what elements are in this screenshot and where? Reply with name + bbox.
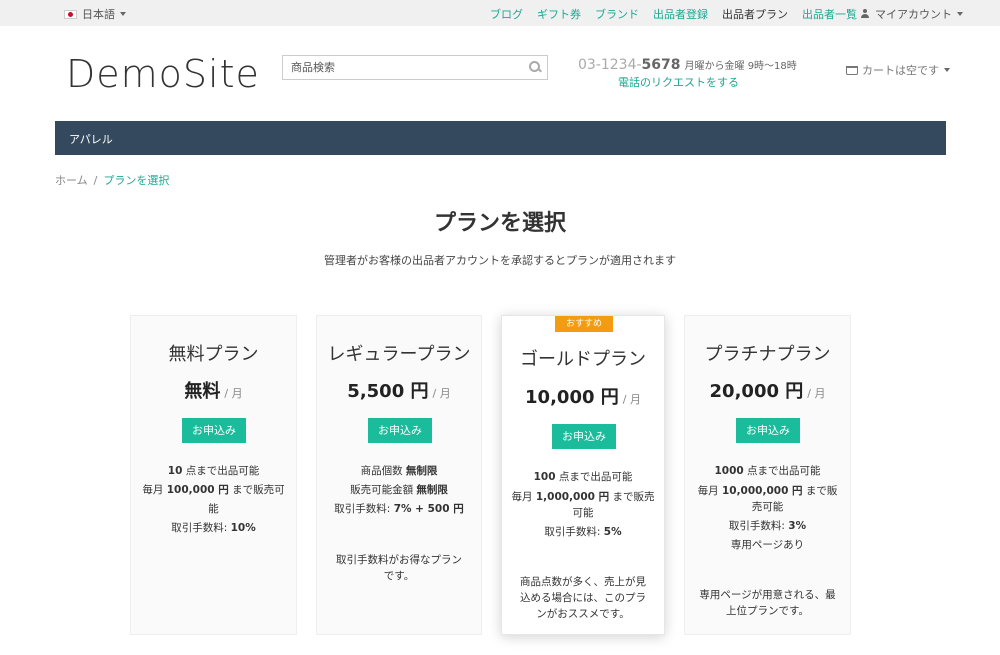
- cart-label: カートは空です: [862, 64, 939, 77]
- plan-card-platinum: プラチナプラン 20,000 円 / 月 お申込み 1000 点まで出品可能 毎月…: [684, 315, 851, 635]
- phone-main: 5678: [641, 57, 681, 73]
- language-selector[interactable]: 日本語: [64, 6, 126, 22]
- my-account-menu[interactable]: マイアカウント: [860, 6, 963, 22]
- breadcrumb-current[interactable]: プランを選択: [103, 174, 169, 187]
- feature-item: 取引手数料: 7% + 500 円: [334, 503, 464, 515]
- apply-button-platinum[interactable]: お申込み: [736, 418, 800, 443]
- plan-price-row: 20,000 円 / 月: [685, 377, 850, 403]
- plan-price-unit: / 月: [432, 387, 451, 400]
- breadcrumb: ホーム / プランを選択: [55, 172, 169, 188]
- plan-card-regular: レギュラープラン 5,500 円 / 月 お申込み 商品個数 無制限 販売可能金額…: [316, 315, 482, 635]
- breadcrumb-separator: /: [93, 174, 98, 187]
- search-input[interactable]: [283, 56, 513, 79]
- feature-item: 毎月 10,000,000 円 まで販売可能: [697, 485, 838, 513]
- apply-button-free[interactable]: お申込み: [182, 418, 246, 443]
- user-icon: [860, 9, 870, 19]
- plan-note: 商品点数が多く、売上が見込める場合には、このプランがおススメです。: [520, 576, 646, 620]
- plan-price-unit: / 月: [622, 393, 641, 406]
- feature-item: 取引手数料: 10%: [171, 522, 256, 534]
- feature-item: 10 点まで出品可能: [167, 465, 260, 477]
- phone-prefix: 03-1234-: [578, 57, 642, 73]
- cart-icon: [846, 65, 858, 75]
- top-link-seller-list[interactable]: 出品者一覧: [802, 6, 857, 22]
- plan-name: 無料プラン: [168, 344, 259, 365]
- business-hours: 月曜から金曜 9時〜18時: [684, 61, 797, 72]
- feature-item: 1000 点まで出品可能: [714, 465, 821, 477]
- plan-card-gold: おすすめ ゴールドプラン 10,000 円 / 月 お申込み 100 点まで出品可…: [501, 315, 665, 635]
- feature-item: 販売可能金額 無制限: [350, 484, 448, 496]
- plan-price-row: 5,500 円 / 月: [317, 377, 481, 403]
- caret-down-icon: [120, 12, 126, 16]
- language-label: 日本語: [82, 8, 115, 21]
- top-links: ブログ ギフト券 ブランド 出品者登録 出品者プラン 出品者一覧: [490, 6, 871, 22]
- apply-button-regular[interactable]: お申込み: [368, 418, 432, 443]
- feature-item: 毎月 100,000 円 まで販売可能: [142, 484, 285, 515]
- caret-down-icon: [944, 68, 950, 72]
- plan-features: 商品個数 無制限 販売可能金額 無制限 取引手数料: 7% + 500 円: [325, 462, 473, 519]
- plan-price-unit: / 月: [224, 387, 243, 400]
- nav-item-apparel[interactable]: アパレル: [69, 131, 113, 147]
- feature-item: 商品個数 無制限: [360, 465, 438, 477]
- plan-price: 5,500 円: [347, 381, 429, 402]
- apply-button-gold[interactable]: お申込み: [552, 424, 616, 449]
- search-box: [282, 55, 548, 80]
- caret-down-icon: [957, 12, 963, 16]
- plan-price: 20,000 円: [709, 381, 804, 402]
- plan-note: 取引手数料がお得なプランです。: [336, 554, 462, 582]
- recommended-badge: おすすめ: [555, 316, 613, 332]
- breadcrumb-home[interactable]: ホーム: [55, 174, 88, 187]
- feature-item: 専用ページあり: [730, 539, 805, 551]
- plan-features: 1000 点まで出品可能 毎月 10,000,000 円 まで販売可能 取引手数…: [693, 462, 842, 555]
- top-link-seller-register[interactable]: 出品者登録: [653, 6, 708, 22]
- plan-price: 無料: [184, 381, 221, 402]
- feature-item: 毎月 1,000,000 円 まで販売可能: [511, 491, 655, 519]
- feature-item: 100 点まで出品可能: [533, 471, 633, 483]
- japan-flag-icon: [64, 9, 77, 19]
- plan-name: レギュラープラン: [327, 344, 471, 365]
- plan-name: プラチナプラン: [704, 344, 831, 365]
- page-description: 管理者がお客様の出品者アカウントを承認するとプランが適用されます: [324, 254, 676, 267]
- cart-button[interactable]: カートは空です: [846, 62, 950, 78]
- plan-note: 専用ページが用意される、最上位プランです。: [699, 589, 836, 617]
- feature-item: 取引手数料: 3%: [728, 520, 807, 532]
- plan-price: 10,000 円: [525, 387, 619, 408]
- top-link-gift-card[interactable]: ギフト券: [537, 6, 581, 22]
- top-bar: 日本語 ブログ ギフト券 ブランド 出品者登録 出品者プラン 出品者一覧 マイア…: [0, 0, 1000, 26]
- phone-request-link[interactable]: 電話のリクエストをする: [618, 74, 739, 90]
- plan-features: 100 点まで出品可能 毎月 1,000,000 円 まで販売可能 取引手数料:…: [510, 468, 656, 542]
- top-link-seller-plan[interactable]: 出品者プラン: [722, 6, 788, 22]
- plan-price-row: 無料 / 月: [131, 377, 296, 403]
- plan-name: ゴールドプラン: [520, 349, 646, 370]
- phone-number: 03-1234-5678 月曜から金曜 9時〜18時: [578, 57, 797, 73]
- top-link-brand[interactable]: ブランド: [595, 6, 639, 22]
- plan-card-free: 無料プラン 無料 / 月 お申込み 10 点まで出品可能 毎月 100,000 円…: [130, 315, 297, 635]
- my-account-label: マイアカウント: [875, 8, 952, 21]
- page-title: プランを選択: [433, 211, 566, 236]
- top-link-blog[interactable]: ブログ: [490, 6, 523, 22]
- plan-price-unit: / 月: [807, 387, 826, 400]
- plan-features: 10 点まで出品可能 毎月 100,000 円 まで販売可能 取引手数料: 10…: [139, 462, 288, 538]
- category-nav: アパレル: [55, 121, 946, 155]
- plan-price-row: 10,000 円 / 月: [502, 383, 664, 409]
- search-icon[interactable]: [529, 61, 541, 73]
- feature-item: 取引手数料: 5%: [544, 526, 622, 538]
- site-logo[interactable]: DemoSite: [66, 52, 260, 96]
